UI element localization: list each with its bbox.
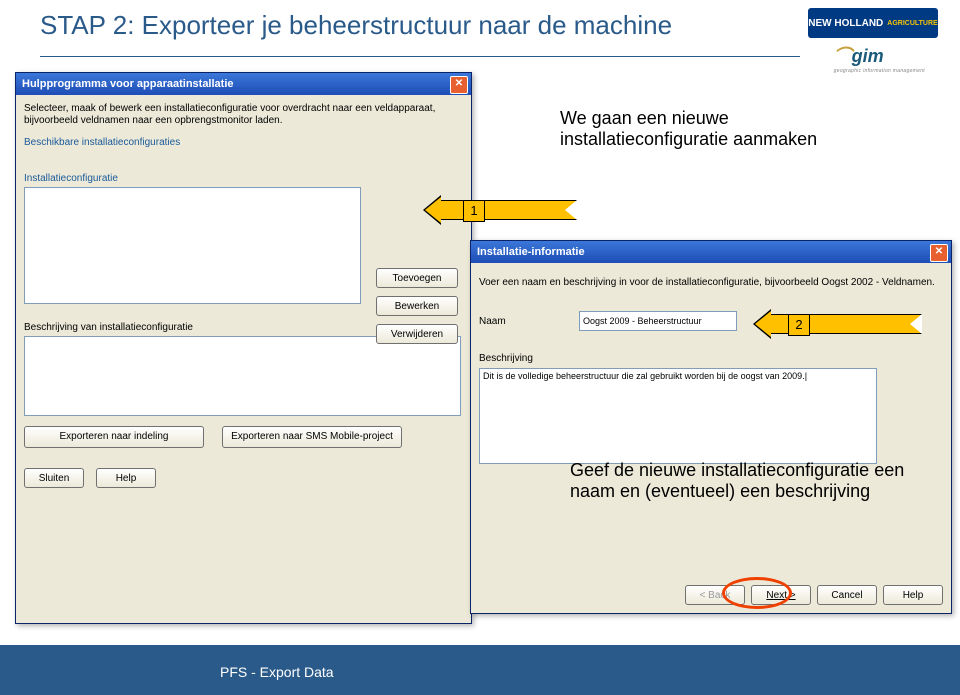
dialog-install-info: Installatie-informatie ✕ Voer een naam e… <box>470 240 952 614</box>
highlight-oval <box>722 577 792 609</box>
dialog-install-helper: Hulpprogramma voor apparaatinstallatie ✕… <box>15 72 472 624</box>
slide-title: STAP 2: Exporteer je beheerstructuur naa… <box>40 10 672 41</box>
edit-button[interactable]: Bewerken <box>376 296 458 316</box>
name-label: Naam <box>479 316 579 327</box>
desc-textarea[interactable]: Dit is de volledige beheerstructuur die … <box>479 368 877 464</box>
logo-gim: ⌒gim geographic information management <box>834 42 925 74</box>
titlebar: Hulpprogramma voor apparaatinstallatie ✕ <box>16 73 471 95</box>
desc-label: Beschrijving <box>479 353 579 364</box>
config-listbox[interactable] <box>24 187 361 304</box>
name-input[interactable] <box>579 311 737 331</box>
help-button-2[interactable]: Help <box>883 585 943 605</box>
close-icon[interactable]: ✕ <box>450 76 468 94</box>
add-button[interactable]: Toevoegen <box>376 268 458 288</box>
titlebar-2: Installatie-informatie ✕ <box>471 241 951 263</box>
help-button[interactable]: Help <box>96 468 156 488</box>
logo-new-holland: NEW HOLLAND AGRICULTURE <box>808 8 938 38</box>
description-box[interactable] <box>24 336 461 416</box>
dialog-title: Hulpprogramma voor apparaatinstallatie <box>22 78 234 90</box>
cancel-button[interactable]: Cancel <box>817 585 877 605</box>
close-button[interactable]: Sluiten <box>24 468 84 488</box>
callout-1-text: We gaan een nieuwe installatieconfigurat… <box>560 108 900 150</box>
logo-nh-sub: AGRICULTURE <box>887 20 937 27</box>
callout-num-2: 2 <box>788 314 810 336</box>
export-format-button[interactable]: Exporteren naar indeling <box>24 426 204 448</box>
intro-2: Voer een naam en beschrijving in voor de… <box>479 277 943 289</box>
label-install-config: Installatieconfiguratie <box>24 173 463 184</box>
arrow-1 <box>440 200 577 220</box>
callout-2-text: Geef de nieuwe installatieconfiguratie e… <box>570 460 930 502</box>
divider <box>40 56 800 57</box>
export-sms-button[interactable]: Exporteren naar SMS Mobile-project <box>222 426 402 448</box>
intro-text: Selecteer, maak of bewerk een installati… <box>24 103 463 127</box>
footer-text: PFS - Export Data <box>220 664 334 680</box>
callout-num-1: 1 <box>463 200 485 222</box>
logo-nh-text: NEW HOLLAND <box>808 18 883 29</box>
close-icon-2[interactable]: ✕ <box>930 244 948 262</box>
label-available-configs: Beschikbare installatieconfiguraties <box>24 137 463 148</box>
footer-bar <box>0 645 960 695</box>
dialog-2-title: Installatie-informatie <box>477 246 585 258</box>
delete-button[interactable]: Verwijderen <box>376 324 458 344</box>
